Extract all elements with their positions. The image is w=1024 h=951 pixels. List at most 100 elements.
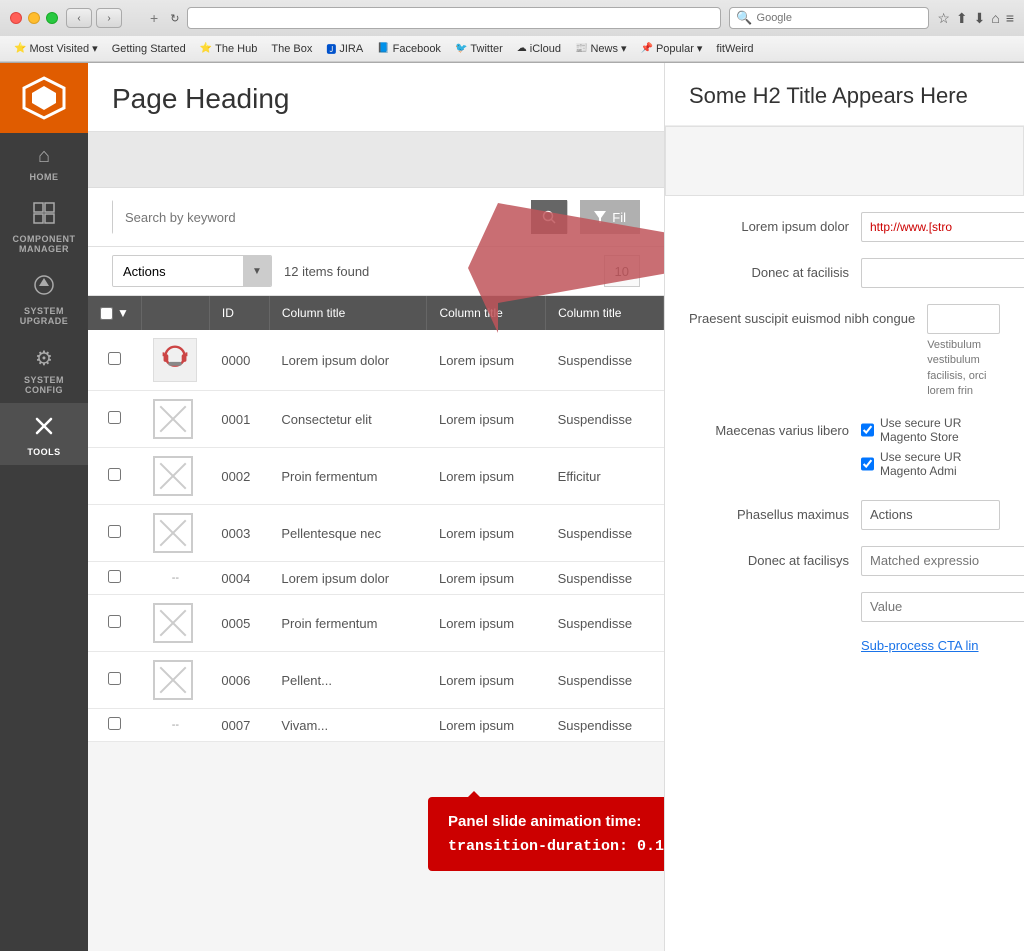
field-label-value	[689, 592, 849, 598]
bookmark-the-hub[interactable]: ⭐ The Hub	[194, 41, 264, 57]
row-checkbox[interactable]	[108, 525, 121, 538]
back-button[interactable]: ‹	[66, 8, 92, 28]
bookmark-twitter[interactable]: 🐦 Twitter	[449, 41, 509, 57]
search-button[interactable]	[531, 200, 567, 234]
google-search-input[interactable]	[757, 12, 923, 24]
row-checkbox[interactable]	[108, 411, 121, 424]
sub-process-link[interactable]: Sub-process CTA lin	[861, 638, 979, 653]
toolbar: Fil	[88, 188, 664, 247]
row-checkbox[interactable]	[108, 468, 121, 481]
table-row: 0002 Proin fermentum Lorem ipsum Efficit…	[88, 448, 664, 505]
app-logo[interactable]	[0, 63, 88, 133]
form-row-donec-facilisys: Donec at facilisys	[689, 546, 1000, 576]
bookmark-fitweird[interactable]: fitWeird	[710, 41, 759, 57]
hub-icon: ⭐	[200, 43, 212, 54]
actions-dropdown-arrow[interactable]: ▼	[243, 255, 271, 287]
icloud-icon: ☁	[517, 43, 527, 54]
col2-header[interactable]: Column title	[427, 296, 546, 330]
forward-button[interactable]: ›	[96, 8, 122, 28]
bookmark-label: fitWeird	[716, 43, 753, 55]
sidebar-label-system-upgrade: SYSTEM UPGRADE	[4, 306, 84, 326]
form-row-value	[689, 592, 1000, 622]
placeholder-image	[153, 660, 193, 700]
secure-url-store-checkbox[interactable]	[861, 423, 874, 437]
row-checkbox[interactable]	[108, 672, 121, 685]
praesent-field[interactable]	[927, 304, 1000, 334]
bookmark-icon[interactable]: ☆	[937, 10, 950, 27]
home-icon[interactable]: ⌂	[991, 10, 999, 26]
secure-url-admin-checkbox[interactable]	[861, 457, 874, 471]
sidebar-item-system-upgrade[interactable]: SYSTEM UPGRADE	[0, 262, 88, 334]
sidebar-label-system-config: SYSTEM CONFIG	[4, 375, 84, 395]
form-row-praesent: Praesent suscipit euismod nibh congue Ve…	[689, 304, 1000, 400]
row-checkbox[interactable]	[108, 615, 121, 628]
data-table: ▼ ID Column title Column title Column ti…	[88, 296, 664, 742]
share-icon[interactable]: ⬆	[956, 10, 968, 27]
bookmark-most-visited[interactable]: ⭐ Most Visited ▾	[8, 40, 104, 57]
matched-expression-field[interactable]	[861, 546, 1024, 576]
select-all-checkbox[interactable]	[100, 307, 113, 320]
filter-button[interactable]: Fil	[580, 200, 640, 234]
select-all-header[interactable]: ▼	[88, 296, 141, 330]
select-all-arrow[interactable]: ▼	[117, 306, 129, 320]
row-id: 0007	[209, 709, 269, 742]
bookmark-label: The Hub	[215, 43, 257, 55]
url-field[interactable]	[861, 212, 1024, 242]
browser-icons: ☆ ⬆ ⬇ ⌂ ≡	[937, 10, 1014, 27]
maximize-button[interactable]	[46, 12, 58, 24]
search-input[interactable]	[113, 200, 531, 234]
component-manager-icon	[33, 202, 55, 230]
id-column-header[interactable]: ID	[209, 296, 269, 330]
row-col1: Pellentesque nec	[269, 505, 427, 562]
most-visited-icon: ⭐	[14, 43, 26, 54]
bookmark-popular[interactable]: 📌 Popular ▾	[634, 40, 708, 57]
browser-chrome: ‹ › + ↻ 🔍 ☆ ⬆ ⬇ ⌂ ≡ ⭐ Most Visited ▾ Get…	[0, 0, 1024, 63]
phasellus-select[interactable]: Actions	[861, 500, 1000, 530]
donec-field[interactable]	[861, 258, 1024, 288]
row-col2: Lorem ipsum	[427, 391, 546, 448]
bookmark-facebook[interactable]: 📘 Facebook	[371, 41, 447, 57]
sidebar-item-component-manager[interactable]: COMPONENT MANAGER	[0, 190, 88, 262]
col3-header[interactable]: Column title	[546, 296, 664, 330]
filter-label: Fil	[612, 210, 626, 225]
placeholder-image	[153, 399, 193, 439]
table-body: 0000 Lorem ipsum dolor Lorem ipsum Suspe…	[88, 330, 664, 742]
sidebar-item-home[interactable]: ⌂ HOME	[0, 133, 88, 190]
praesent-note: Vestibulum vestibulum facilisis, orci lo…	[927, 338, 1000, 400]
placeholder-image	[153, 513, 193, 553]
new-tab-button[interactable]: +	[150, 10, 158, 26]
table-header: ▼ ID Column title Column title Column ti…	[88, 296, 664, 330]
url-input[interactable]	[187, 7, 721, 29]
row-col2: Lorem ipsum	[427, 505, 546, 562]
reload-button[interactable]: ↻	[166, 10, 183, 27]
col1-header[interactable]: Column title	[269, 296, 427, 330]
sidebar-label-component-manager: COMPONENT MANAGER	[4, 234, 84, 254]
table-row: -- 0004 Lorem ipsum dolor Lorem ipsum Su…	[88, 562, 664, 595]
field-label-phasellus: Phasellus maximus	[689, 500, 849, 524]
row-checkbox[interactable]	[108, 352, 121, 365]
actions-dropdown[interactable]: Actions	[113, 255, 243, 287]
bookmark-the-box[interactable]: The Box	[265, 41, 318, 57]
menu-icon[interactable]: ≡	[1006, 10, 1014, 26]
table-row: 0006 Pellent... Lorem ipsum Suspendisse	[88, 652, 664, 709]
bookmark-news[interactable]: 📰 News ▾	[569, 40, 633, 57]
tooltip-box: Panel slide animation time: transition-d…	[428, 797, 664, 871]
home-icon: ⌂	[38, 145, 50, 168]
sidebar-item-system-config[interactable]: ⚙ SYSTEM CONFIG	[0, 334, 88, 403]
minimize-button[interactable]	[28, 12, 40, 24]
row-checkbox[interactable]	[108, 570, 121, 583]
row-checkbox[interactable]	[108, 717, 121, 730]
download-icon[interactable]: ⬇	[974, 10, 986, 27]
bookmark-icloud[interactable]: ☁ iCloud	[511, 41, 567, 57]
sidebar-label-home: HOME	[30, 172, 59, 182]
per-page-selector[interactable]: 10	[604, 255, 640, 287]
bookmark-jira[interactable]: 🅹 JIRA	[320, 39, 369, 58]
value-field[interactable]	[861, 592, 1024, 622]
page-header: Page Heading	[88, 63, 664, 132]
row-col1: Proin fermentum	[269, 595, 427, 652]
close-button[interactable]	[10, 12, 22, 24]
data-table-container: ▼ ID Column title Column title Column ti…	[88, 296, 664, 742]
bookmark-getting-started[interactable]: Getting Started	[106, 41, 192, 57]
row-id: 0004	[209, 562, 269, 595]
sidebar-item-tools[interactable]: TOOLS	[0, 403, 88, 465]
